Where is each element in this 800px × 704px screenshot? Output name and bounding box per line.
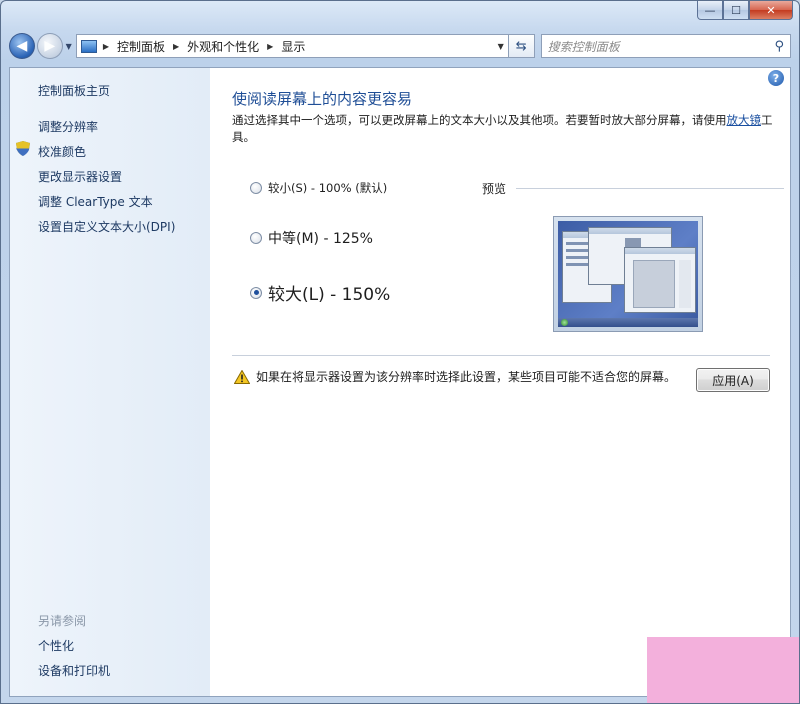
option-smaller-label: 较小(S) - 100% (默认) [268,181,388,195]
sidebar-item-adjust-resolution[interactable]: 调整分辨率 [38,118,98,135]
sidebar: 控制面板主页 调整分辨率 校准颜色 更改显示器设置 调整 ClearType 文… [10,68,210,696]
navigation-bar: ◀ ▶ ▼ ▶ 控制面板 ▶ 外观和个性化 ▶ 显示 ▼ ⇆ 搜索控制面板 ⚲ [9,31,791,61]
preview-window-front [624,247,696,313]
breadcrumb-display[interactable]: 显示 [281,38,305,55]
preview-divider [516,188,784,189]
option-larger[interactable]: 较大(L) - 150% [250,280,390,305]
back-button[interactable]: ◀ [9,33,35,59]
search-placeholder: 搜索控制面板 [547,39,620,54]
help-icon[interactable]: ? [768,70,784,86]
forward-button[interactable]: ▶ [36,33,63,59]
see-also-title: 另请参阅 [38,614,87,628]
preview-image [553,216,703,332]
sidebar-item-personalization[interactable]: 个性化 [38,637,74,654]
sidebar-item-change-display-settings[interactable]: 更改显示器设置 [38,168,122,185]
sidebar-item-control-panel-home[interactable]: 控制面板主页 [38,82,110,99]
main-panel: ? 使阅读屏幕上的内容更容易 通过选择其中一个选项，可以更改屏幕上的文本大小以及… [210,68,790,696]
control-panel-icon [80,39,97,53]
refresh-button[interactable]: ⇆ [508,34,535,58]
breadcrumb-separator-icon[interactable]: ▶ [103,42,109,51]
option-medium-label: 中等(M) - 125% [268,231,373,247]
corner-overlay [647,637,799,703]
search-input[interactable]: 搜索控制面板 ⚲ [540,34,791,58]
search-icon[interactable]: ⚲ [774,39,784,54]
sidebar-item-custom-dpi[interactable]: 设置自定义文本大小(DPI) [38,218,175,235]
sidebar-item-devices-printers[interactable]: 设备和打印机 [38,662,110,679]
page-description: 通过选择其中一个选项，可以更改屏幕上的文本大小以及其他项。若要暂时放大部分屏幕，… [232,112,780,146]
address-dropdown-icon[interactable]: ▼ [498,42,504,51]
sidebar-item-calibrate-color[interactable]: 校准颜色 [38,143,86,160]
section-divider [232,355,770,356]
address-bar[interactable]: ▶ 控制面板 ▶ 外观和个性化 ▶ 显示 ▼ [75,34,509,58]
shield-icon [16,141,30,156]
option-larger-label: 较大(L) - 150% [268,285,391,305]
arrow-right-icon: ▶ [44,38,56,54]
sidebar-item-adjust-cleartype[interactable]: 调整 ClearType 文本 [38,193,153,210]
option-smaller[interactable]: 较小(S) - 100% (默认) [250,180,387,196]
maximize-button[interactable]: ☐ [723,1,749,20]
warning-text: 如果在将显示器设置为该分辨率时选择此设置，某些项目可能不适合您的屏幕。 [256,370,677,384]
warning-message: 如果在将显示器设置为该分辨率时选择此设置，某些项目可能不适合您的屏幕。 [234,368,676,385]
option-medium[interactable]: 中等(M) - 125% [250,228,373,248]
minimize-button[interactable]: — [697,1,723,20]
caption-buttons: — ☐ ✕ [697,1,793,20]
apply-button[interactable]: 应用(A) [696,368,770,392]
breadcrumb-separator-icon[interactable]: ▶ [173,42,179,51]
breadcrumb-control-panel[interactable]: 控制面板 [117,38,165,55]
refresh-icon: ⇆ [515,38,527,54]
control-panel-window: — ☐ ✕ ◀ ▶ ▼ ▶ 控制面板 ▶ 外观和个性化 ▶ 显示 ▼ ⇆ 搜索控… [0,0,800,704]
preview-screen [558,221,698,327]
radio-medium[interactable] [250,232,262,244]
close-button[interactable]: ✕ [749,1,793,20]
breadcrumb-separator-icon[interactable]: ▶ [267,42,273,51]
breadcrumb-appearance[interactable]: 外观和个性化 [187,38,259,55]
radio-smaller[interactable] [250,182,262,194]
recent-pages-dropdown[interactable]: ▼ [66,42,72,51]
page-title: 使阅读屏幕上的内容更容易 [232,90,413,108]
arrow-left-icon: ◀ [16,38,28,54]
preview-label: 预览 [482,182,507,196]
content-area: 控制面板主页 调整分辨率 校准颜色 更改显示器设置 调整 ClearType 文… [9,67,791,697]
start-orb-icon [561,319,568,326]
magnifier-link[interactable]: 放大镜 [727,113,762,127]
radio-larger[interactable] [250,286,262,299]
description-text: 通过选择其中一个选项，可以更改屏幕上的文本大小以及其他项。若要暂时放大部分屏幕，… [232,113,727,127]
warning-icon [234,369,250,384]
preview-taskbar [558,318,698,327]
